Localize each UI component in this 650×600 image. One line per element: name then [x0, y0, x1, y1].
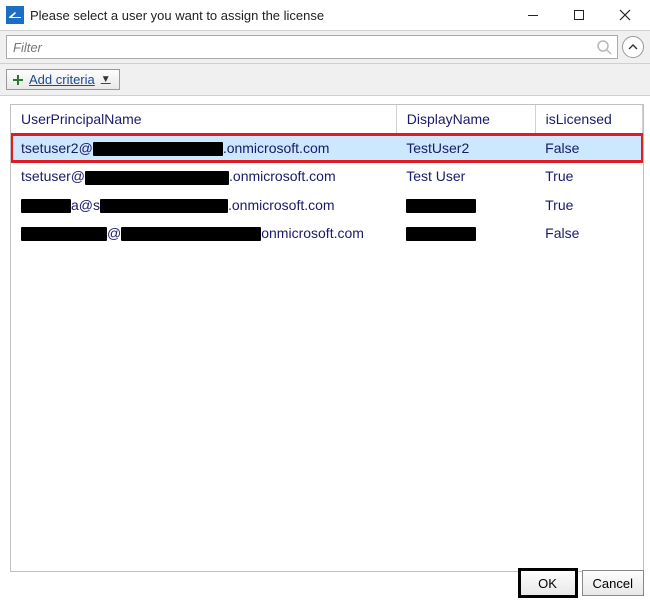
window-title: Please select a user you want to assign … [30, 8, 324, 23]
app-icon [6, 6, 24, 24]
maximize-button[interactable] [556, 0, 602, 30]
filter-input-wrap [6, 35, 618, 59]
filter-input[interactable] [7, 36, 617, 58]
cell-islicensed: False [535, 134, 642, 163]
redaction [406, 227, 476, 241]
cell-upn: tsetuser@.onmicrosoft.com [11, 162, 396, 190]
footer: OK Cancel [520, 570, 644, 596]
redaction [21, 199, 71, 213]
col-header-upn[interactable]: UserPrincipalName [11, 105, 396, 134]
cell-islicensed: True [535, 191, 642, 219]
cell-upn: a@s.onmicrosoft.com [11, 191, 396, 219]
add-criteria-button[interactable]: Add criteria ▼ [6, 69, 120, 90]
ok-button[interactable]: OK [520, 570, 576, 596]
redaction [100, 199, 228, 213]
cell-displayname: Test User [396, 162, 535, 190]
expand-toggle[interactable] [622, 36, 644, 58]
plus-icon [11, 73, 25, 87]
table-header-row: UserPrincipalName DisplayName isLicensed [11, 105, 643, 134]
cell-displayname: TestUser2 [396, 134, 535, 163]
redaction [406, 199, 476, 213]
redaction [85, 171, 229, 185]
cell-displayname [396, 219, 535, 247]
filter-row [0, 30, 650, 64]
table-row[interactable]: tsetuser@.onmicrosoft.comTest UserTrue [11, 162, 643, 190]
chevron-down-icon: ▼ [101, 74, 111, 85]
cell-islicensed: False [535, 219, 642, 247]
titlebar-left: Please select a user you want to assign … [6, 6, 324, 24]
table-row[interactable]: tsetuser2@.onmicrosoft.comTestUser2False [11, 134, 643, 163]
cancel-button[interactable]: Cancel [582, 570, 644, 596]
cell-displayname [396, 191, 535, 219]
table-row[interactable]: a@s.onmicrosoft.com True [11, 191, 643, 219]
titlebar: Please select a user you want to assign … [0, 0, 650, 30]
user-table: UserPrincipalName DisplayName isLicensed… [11, 105, 643, 247]
window-controls [510, 0, 648, 30]
col-header-displayname[interactable]: DisplayName [396, 105, 535, 134]
cell-upn: @onmicrosoft.com [11, 219, 396, 247]
redaction [93, 142, 223, 156]
cell-upn: tsetuser2@.onmicrosoft.com [11, 134, 396, 163]
redaction [121, 227, 261, 241]
search-icon[interactable] [595, 38, 613, 56]
cell-islicensed: True [535, 162, 642, 190]
add-criteria-label: Add criteria [29, 72, 95, 87]
col-header-islicensed[interactable]: isLicensed [535, 105, 642, 134]
table-row[interactable]: @onmicrosoft.com False [11, 219, 643, 247]
close-button[interactable] [602, 0, 648, 30]
criteria-row: Add criteria ▼ [0, 64, 650, 96]
minimize-button[interactable] [510, 0, 556, 30]
grid[interactable]: UserPrincipalName DisplayName isLicensed… [10, 104, 644, 572]
chevron-up-icon [628, 42, 638, 52]
redaction [21, 227, 107, 241]
